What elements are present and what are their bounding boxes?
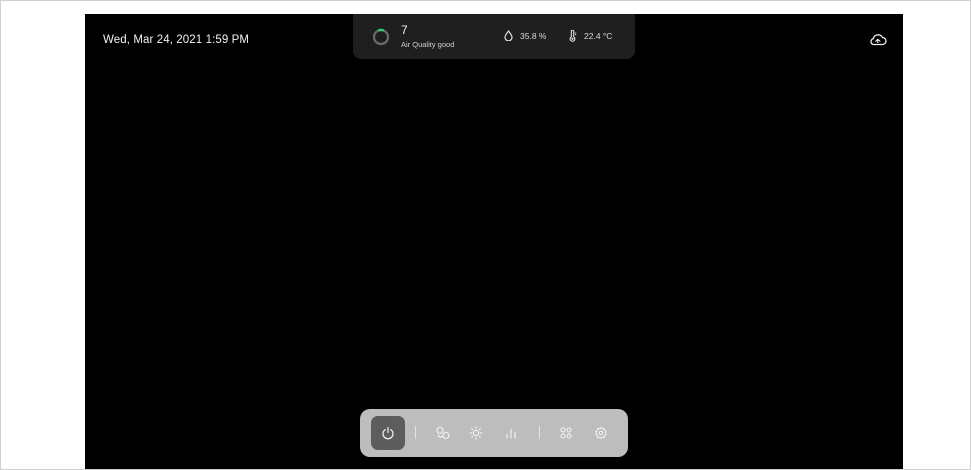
dock-separator: [539, 426, 540, 439]
apps-grid-icon: [560, 427, 572, 439]
temperature-value: 22.4 °C: [584, 31, 613, 41]
settings-button[interactable]: [584, 416, 618, 450]
humidity-readout: 35.8 %: [504, 30, 546, 41]
cloud-connection-icon[interactable]: [868, 32, 888, 48]
air-quality-label: Air Quality good: [401, 40, 455, 49]
bar-chart-icon: [506, 428, 516, 439]
window-frame: Wed, Mar 24, 2021 1:59 PM 7 Air Quality …: [0, 0, 971, 470]
apps-button[interactable]: [549, 416, 583, 450]
status-panel: 7 Air Quality good 35.8 % 22.4 °C: [353, 14, 635, 59]
power-button[interactable]: [371, 416, 405, 450]
gear-icon: [595, 426, 607, 440]
water-drop-icon: [504, 30, 513, 41]
thermometer-icon: [569, 30, 577, 42]
device-screen: Wed, Mar 24, 2021 1:59 PM 7 Air Quality …: [85, 14, 903, 469]
date-time-label: Wed, Mar 24, 2021 1:59 PM: [103, 34, 250, 46]
fan-icon: [436, 426, 450, 440]
stats-button[interactable]: [494, 416, 528, 450]
control-dock: [360, 409, 628, 457]
air-quality-ring-icon: [372, 28, 390, 46]
temperature-readout: 22.4 °C: [568, 30, 612, 42]
sun-icon: [469, 426, 483, 440]
humidity-value: 35.8 %: [520, 30, 547, 41]
air-quality-value: 7: [401, 23, 408, 37]
dock-separator: [415, 426, 416, 439]
light-button[interactable]: [459, 416, 493, 450]
power-icon: [382, 426, 394, 440]
fan-button[interactable]: [426, 416, 460, 450]
